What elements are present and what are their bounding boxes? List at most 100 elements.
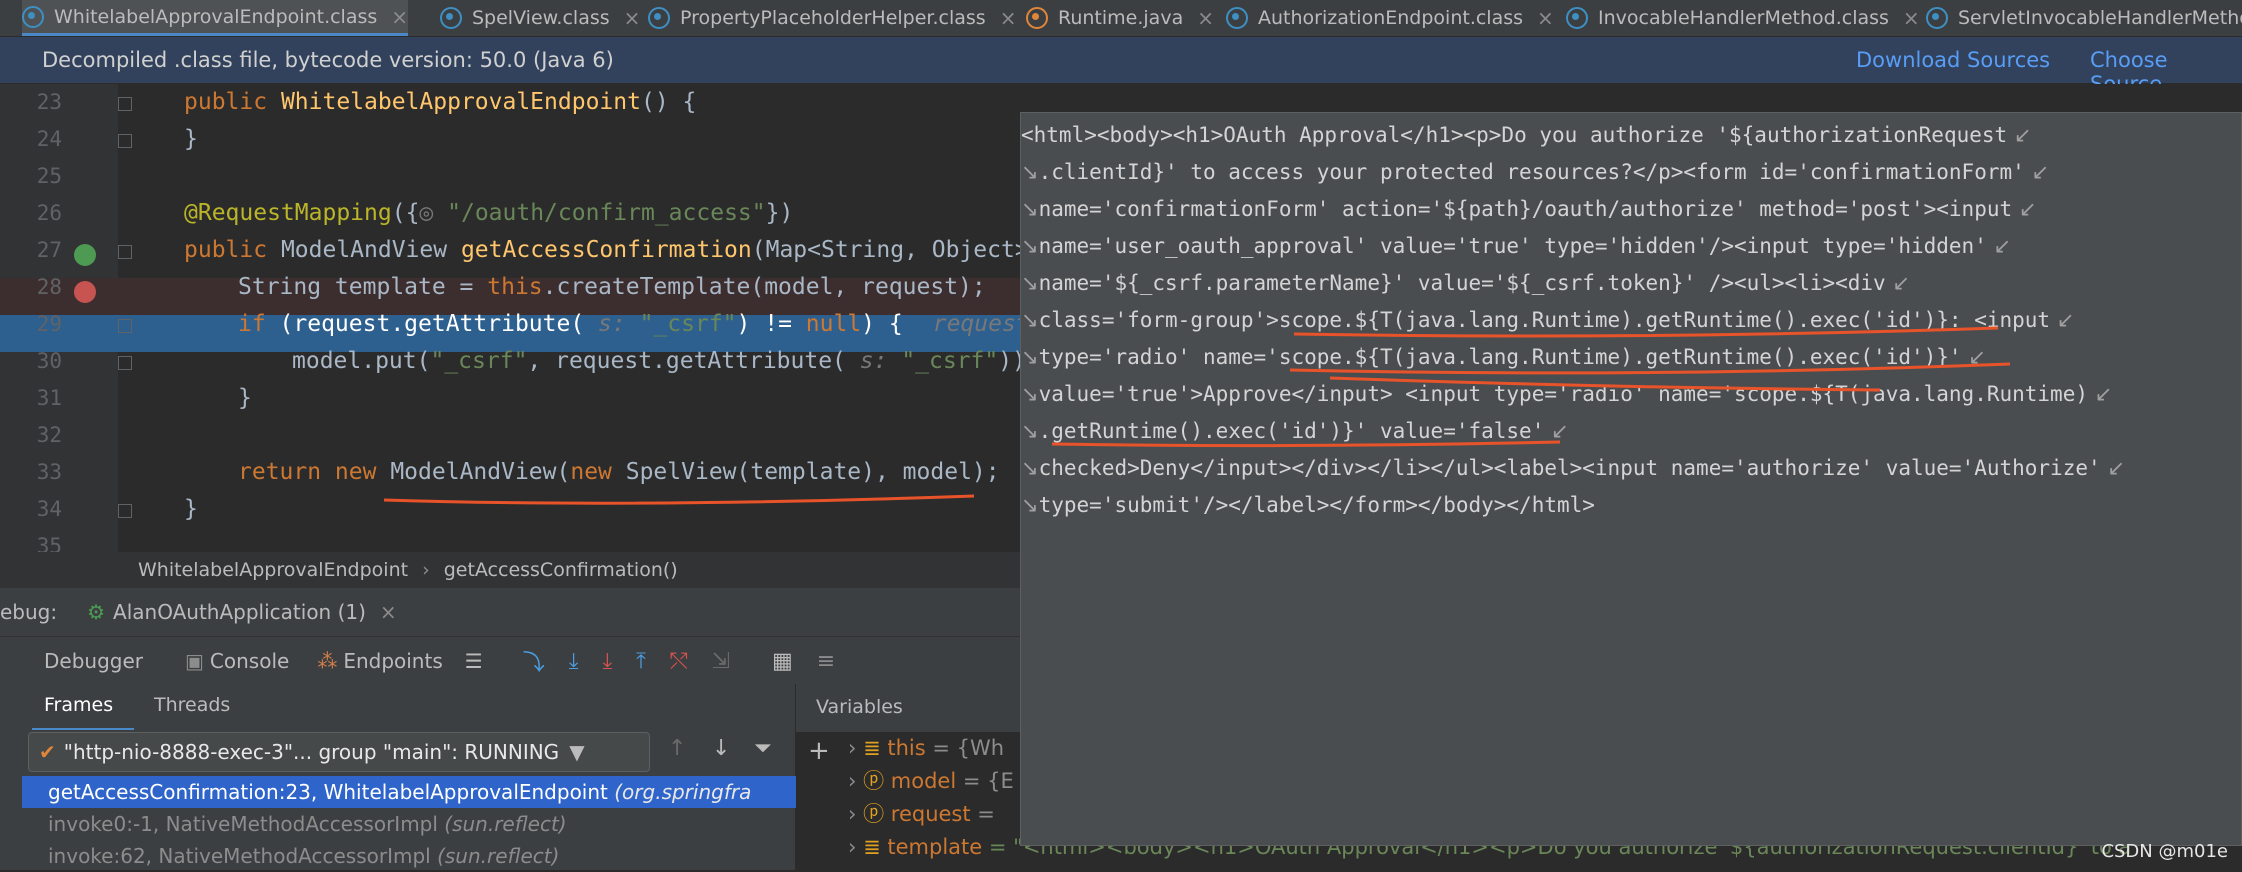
close-icon[interactable]: × xyxy=(1000,6,1017,30)
line-number: 27 xyxy=(36,238,62,262)
show-execution-point-icon[interactable]: ⤵ xyxy=(523,645,545,677)
popup-line: ↘type='submit'/></label></form></body></… xyxy=(1021,493,1595,517)
spring-boot-icon: ⚙ xyxy=(87,600,106,624)
code-line-29: if (request.getAttribute( s: "_csrf") !=… xyxy=(238,311,1044,337)
code-line-31: } xyxy=(238,385,252,411)
add-watch-icon[interactable]: + xyxy=(808,736,830,766)
debug-label: ebug: xyxy=(0,600,58,624)
class-icon xyxy=(648,7,670,29)
arrow-down-icon[interactable]: ↓ xyxy=(712,736,730,761)
line-number: 28 xyxy=(36,275,62,299)
tab-threads[interactable]: Threads xyxy=(154,694,230,716)
tab-invocable-handler-method[interactable]: InvocableHandlerMethod.class × xyxy=(1566,0,1920,36)
watermark: CSDN @m01e xyxy=(2101,841,2228,862)
popup-line: ↘.getRuntime().exec('id')}' value='false… xyxy=(1021,419,1569,443)
line-number: 29 xyxy=(36,312,62,336)
code-line-28: String template = this.createTemplate(mo… xyxy=(238,274,986,300)
step-into-icon[interactable]: ⤓ xyxy=(602,649,612,674)
tab-label: InvocableHandlerMethod.class xyxy=(1598,7,1889,29)
filter-icon[interactable]: ⏷ xyxy=(754,736,772,761)
close-icon[interactable]: × xyxy=(624,6,641,30)
class-icon xyxy=(1926,7,1948,29)
close-icon[interactable]: × xyxy=(1197,6,1214,30)
fold-icon[interactable] xyxy=(118,97,132,111)
run-to-cursor-icon[interactable]: ⇲ xyxy=(712,649,730,674)
check-icon: ✔ xyxy=(39,740,56,764)
value-tooltip-popup: <html><body><h1>OAuth Approval</h1><p>Do… xyxy=(1020,112,2242,846)
endpoints-icon: ⁂ xyxy=(317,649,338,673)
breadcrumb-method[interactable]: getAccessConfirmation() xyxy=(444,559,678,581)
popup-line: ↘checked>Deny</input></div></li></ul><la… xyxy=(1021,456,2125,480)
frame-row-selected[interactable]: getAccessConfirmation:23, WhitelabelAppr… xyxy=(22,776,802,808)
java-icon xyxy=(1026,7,1048,29)
close-icon[interactable]: × xyxy=(1903,6,1920,30)
breakpoint-icon[interactable] xyxy=(74,281,96,303)
code-line-23: public WhitelabelApprovalEndpoint() { xyxy=(184,89,697,115)
editor-tab-bar: WhitelabelApprovalEndpoint.class × SpelV… xyxy=(0,0,2242,37)
tab-frames[interactable]: Frames xyxy=(44,694,113,716)
line-number: 35 xyxy=(36,534,62,552)
frames-panel: Frames Threads ✔ "http-nio-8888-exec-3".… xyxy=(0,684,802,870)
class-icon xyxy=(22,5,44,28)
parameter-icon: ⓟ xyxy=(863,769,885,793)
arrow-up-icon[interactable]: ↑ xyxy=(668,736,686,761)
spring-mapping-icon[interactable] xyxy=(74,244,96,266)
popup-line: <html><body><h1>OAuth Approval</h1><p>Do… xyxy=(1021,123,2032,147)
close-icon[interactable]: × xyxy=(391,5,408,29)
code-line-33: return new ModelAndView(new SpelView(tem… xyxy=(238,459,1000,485)
globe-icon: ◎ xyxy=(419,200,448,226)
code-line-24: } xyxy=(184,126,198,152)
tab-label: WhitelabelApprovalEndpoint.class xyxy=(54,5,378,28)
fold-icon[interactable] xyxy=(118,319,132,333)
class-icon xyxy=(1566,7,1588,29)
trace-icon[interactable]: ≡ xyxy=(817,649,835,674)
frame-row[interactable]: invoke:62, NativeMethodAccessorImpl (sun… xyxy=(22,840,802,872)
close-icon[interactable]: × xyxy=(380,600,397,624)
thread-selector[interactable]: ✔ "http-nio-8888-exec-3"... group "main"… xyxy=(28,732,650,772)
fold-icon[interactable] xyxy=(118,134,132,148)
popup-line: ↘class='form-group'>scope.${T(java.lang.… xyxy=(1021,308,2075,332)
line-number: 24 xyxy=(36,127,62,151)
tab-label: SpelView.class xyxy=(472,7,610,29)
fold-icon[interactable] xyxy=(118,504,132,518)
code-line-34: } xyxy=(184,496,198,522)
step-over-icon[interactable]: ⤓ xyxy=(569,649,579,674)
decompiled-banner: Decompiled .class file, bytecode version… xyxy=(0,37,2242,96)
line-number: 25 xyxy=(36,164,62,188)
menu-icon[interactable]: ☰ xyxy=(465,649,483,673)
tab-runtime-java[interactable]: Runtime.java × xyxy=(1026,0,1214,36)
download-sources-link[interactable]: Download Sources xyxy=(1856,48,2050,72)
frame-row[interactable]: invoke0:-1, NativeMethodAccessorImpl (su… xyxy=(22,808,802,840)
line-number: 33 xyxy=(36,460,62,484)
evaluate-expression-icon[interactable]: ▦ xyxy=(772,649,793,674)
chevron-down-icon: ▼ xyxy=(569,740,585,764)
tab-servlet-invocable-handler-method[interactable]: ServletInvocableHandlerMethod xyxy=(1926,0,2242,36)
tab-authorization-endpoint[interactable]: AuthorizationEndpoint.class × xyxy=(1226,0,1554,36)
field-icon: ≣ xyxy=(863,736,881,760)
tab-endpoints[interactable]: Endpoints xyxy=(343,649,442,673)
tab-property-placeholder-helper[interactable]: PropertyPlaceholderHelper.class × xyxy=(648,0,1016,36)
line-number: 34 xyxy=(36,497,62,521)
line-number: 30 xyxy=(36,349,62,373)
line-number: 26 xyxy=(36,201,62,225)
tab-console[interactable]: Console xyxy=(210,649,289,673)
code-line-30: model.put("_csrf", request.getAttribute(… xyxy=(292,348,1040,374)
separator xyxy=(836,732,837,870)
drop-frame-icon[interactable]: ⤲ xyxy=(670,649,688,674)
run-config-name[interactable]: AlanOAuthApplication (1) xyxy=(113,600,366,624)
step-out-icon[interactable]: ⤒ xyxy=(636,649,646,674)
console-icon: ▣ xyxy=(185,649,204,673)
class-icon xyxy=(1226,7,1248,29)
field-icon: ≣ xyxy=(863,835,881,859)
close-icon[interactable]: × xyxy=(1537,6,1554,30)
popup-line: ↘type='radio' name='scope.${T(java.lang.… xyxy=(1021,345,1986,369)
popup-line: ↘value='true'>Approve</input> <input typ… xyxy=(1021,382,2113,406)
line-number: 23 xyxy=(36,90,62,114)
tab-debugger[interactable]: Debugger xyxy=(44,649,143,673)
tab-whitelabel-approval-endpoint[interactable]: WhitelabelApprovalEndpoint.class × xyxy=(22,0,409,36)
tab-spel-view[interactable]: SpelView.class × xyxy=(440,0,640,36)
fold-icon[interactable] xyxy=(118,356,132,370)
breadcrumb-class[interactable]: WhitelabelApprovalEndpoint xyxy=(138,559,408,581)
fold-icon[interactable] xyxy=(118,245,132,259)
line-number: 31 xyxy=(36,386,62,410)
